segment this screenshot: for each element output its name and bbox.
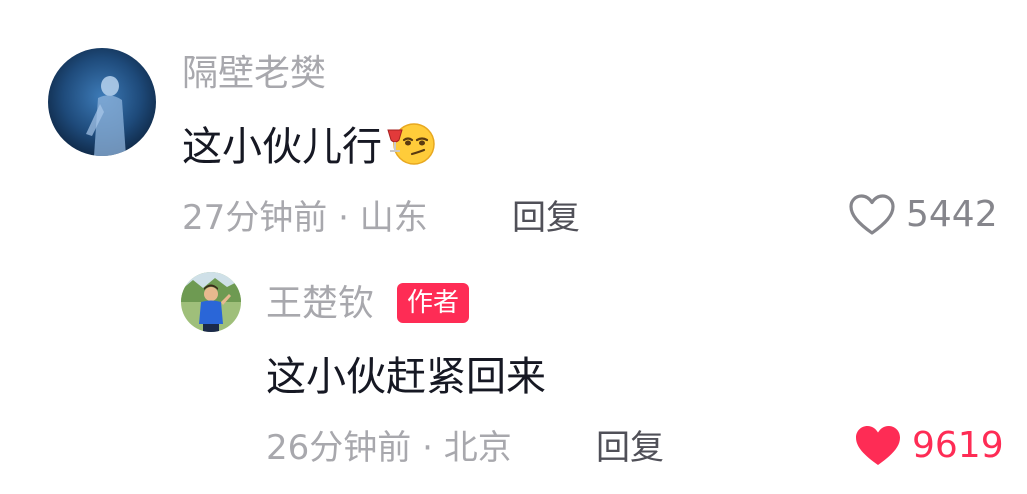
avatar-image [181, 272, 241, 332]
comment-meta: 27分钟前 · 山东 [182, 196, 428, 240]
comment-text-content: 这小伙儿行 [182, 124, 382, 170]
reply-like-button[interactable]: 9619 [854, 424, 1004, 468]
like-count: 5442 [906, 194, 998, 235]
commenter-username[interactable]: 隔壁老樊 [182, 52, 326, 96]
reply-location: 北京 [443, 428, 512, 468]
comment-time: 27分钟前 [182, 198, 328, 238]
comment-text: 这小伙儿行 [182, 120, 436, 172]
heart-outline-icon [849, 194, 895, 235]
commenter-avatar[interactable] [48, 48, 156, 156]
reply-time: 26分钟前 [266, 428, 412, 468]
reply-to-reply-button[interactable]: 回复 [596, 426, 664, 470]
meta-separator: · [422, 428, 433, 468]
heart-filled-icon [856, 426, 900, 465]
author-badge: 作者 [397, 283, 470, 323]
like-button[interactable]: 5442 [848, 193, 998, 237]
reply-button[interactable]: 回复 [512, 196, 580, 240]
author-avatar[interactable] [181, 272, 241, 332]
reply-text: 这小伙赶紧回来 [266, 354, 546, 400]
avatar-image [48, 48, 156, 156]
reply-like-count: 9619 [912, 425, 1004, 466]
wine-glass-smirk-emoji [387, 123, 435, 165]
author-username[interactable]: 王楚钦 [266, 282, 374, 326]
reply-meta: 26分钟前 · 北京 [266, 426, 512, 470]
meta-separator: · [338, 198, 349, 238]
comment-location: 山东 [359, 198, 428, 238]
